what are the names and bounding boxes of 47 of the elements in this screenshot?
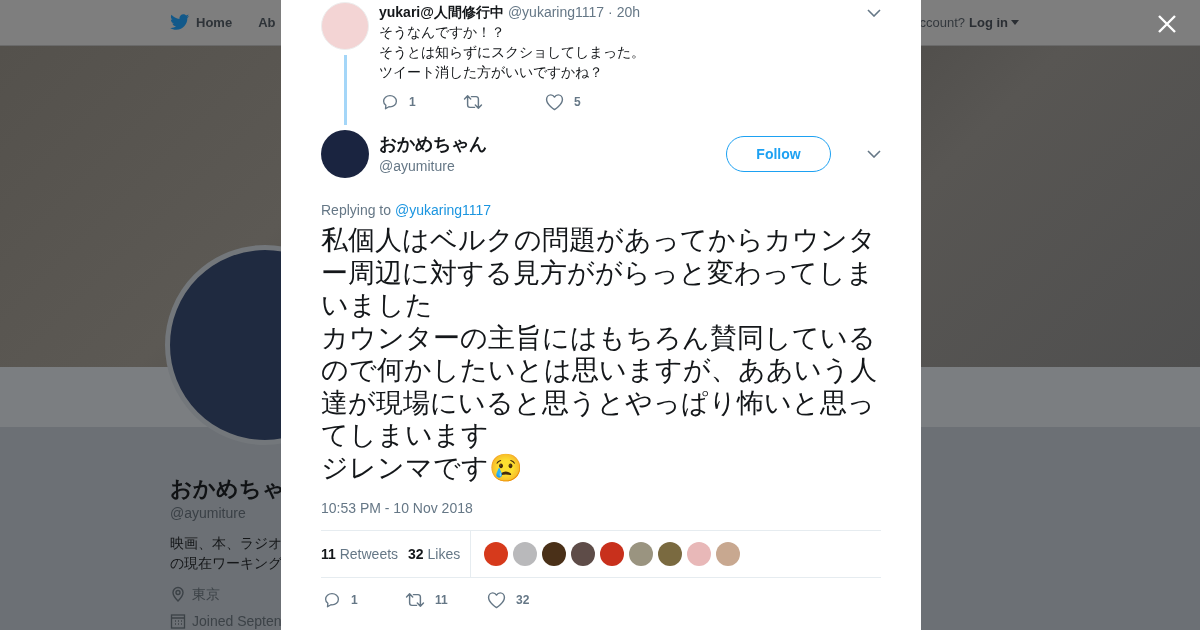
account-prompt: ccount? [919,15,965,30]
action-count: 32 [516,593,530,607]
action-count: 5 [574,95,581,109]
location-pin-icon [170,586,186,602]
likes-link[interactable]: 32 Likes [408,546,461,562]
replying-to-label: Replying to [321,202,392,218]
profile-name: おかめちゃ [170,475,285,503]
chevron-down-icon[interactable] [867,150,881,158]
reply-icon[interactable] [323,591,341,609]
bio-line: の現在ワーキング [170,554,282,573]
bio-line: 映画、本、ラジオ [170,534,282,553]
user-handle[interactable]: @ayumiture [379,156,487,176]
avatar[interactable] [321,130,369,178]
close-icon[interactable] [1157,14,1177,34]
reply-icon[interactable] [381,93,399,111]
heart-icon[interactable] [487,591,506,609]
liker-avatar[interactable] [600,542,625,566]
liker-avatar[interactable] [658,542,683,566]
chevron-down-icon[interactable] [867,9,881,17]
retweets-link[interactable]: 11 Retweets [321,546,399,562]
mention-link[interactable]: @yukaring1117 [394,202,492,218]
follow-button[interactable]: Follow [726,136,831,172]
tweet-text-line: そうなんですか！？ [379,23,506,42]
user-name[interactable]: yukari@人間修行中 [379,2,504,22]
tweet-text-line: そうとは知らずにスクショしてしまった。 [379,43,646,62]
tweet-timestamp: 10:53 PM - 10 Nov 2018 [321,499,474,518]
thread-line [343,55,347,125]
action-count: 11 [435,593,448,607]
tweet-text: 私個人はベルクの問題があってからカウンター周辺に対する見方ががらっと変わってしまいました [321,224,877,322]
heart-icon[interactable] [545,93,564,111]
liker-avatar[interactable] [571,542,596,566]
tweet-text: カウンターの主旨にはもちろん賛同しているので何かしたいとは思いますが、ああいう人達が現場にいると思うとやっぱり怖いと思ってしまいます [321,321,878,452]
tweet-text: ジレンマです😢 [321,451,524,484]
retweet-icon[interactable] [405,591,425,609]
login-link[interactable]: Log in [969,15,1008,30]
user-handle[interactable]: @yukaring1117 [507,2,605,22]
action-count: 1 [351,593,358,607]
nav-link[interactable]: Ab [258,15,276,30]
user-name[interactable]: おかめちゃん [379,132,487,156]
calendar-icon [170,613,186,629]
caret-icon[interactable] [1011,20,1019,25]
tweet-text-line: ツイート消した方がいいですかね？ [379,63,604,82]
liker-avatar[interactable] [542,542,567,566]
tweet-time[interactable]: · 20h [608,2,641,22]
nav-link[interactable]: Home [196,15,233,30]
action-count: 1 [409,95,416,109]
retweet-icon[interactable] [463,93,483,111]
